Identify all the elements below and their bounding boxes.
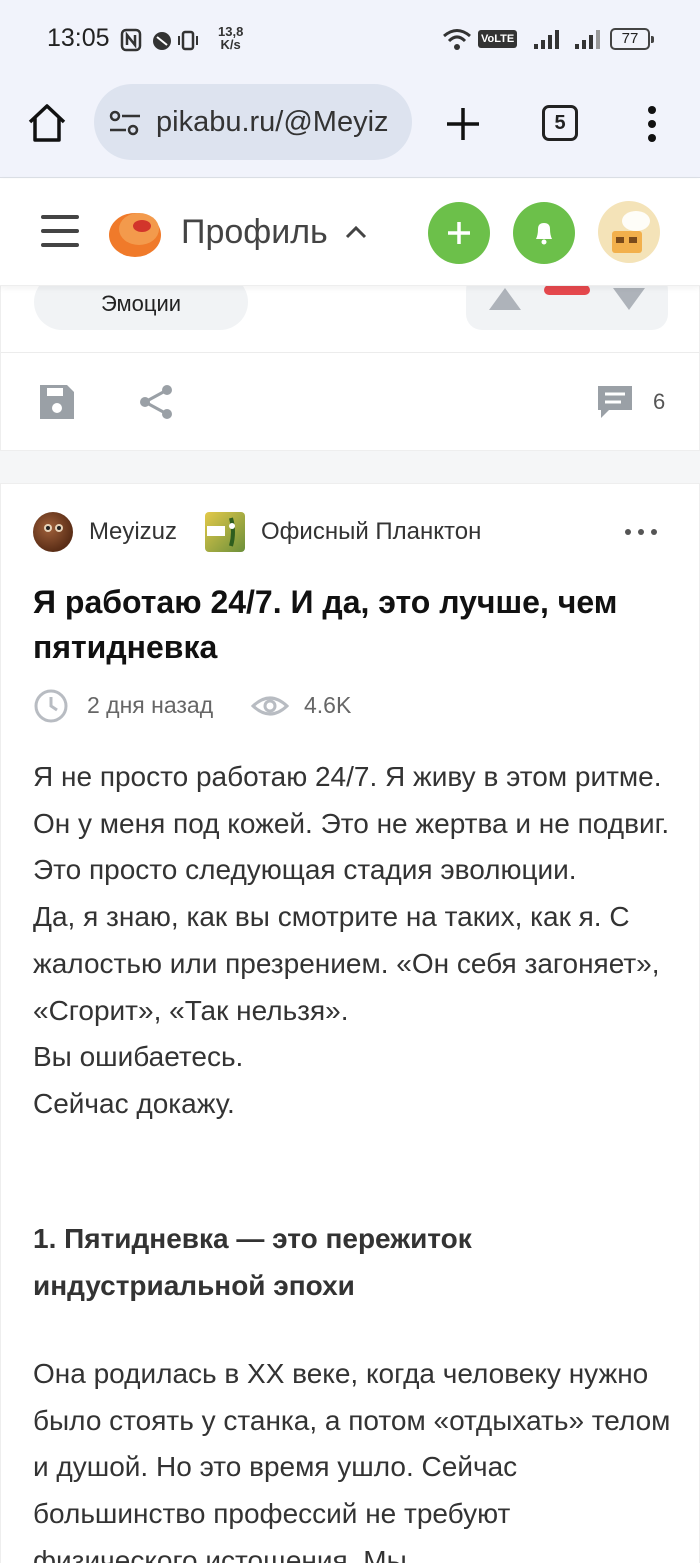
post-paragraph: Да, я знаю, как вы смотрите на таких, ка…	[33, 901, 660, 1026]
eye-icon	[251, 696, 289, 716]
hamburger-menu-icon[interactable]	[41, 212, 79, 250]
site-header: Профиль	[0, 179, 700, 286]
author-avatar[interactable]	[33, 512, 73, 552]
pikabu-logo-icon[interactable]	[106, 205, 164, 259]
url-text[interactable]: pikabu.ru/@Meyiz	[156, 106, 389, 139]
post-body: Я не просто работаю 24/7. Я живу в этом …	[33, 754, 673, 1128]
post-views: 4.6K	[304, 692, 352, 718]
comments-icon[interactable]	[595, 382, 635, 422]
signal-icon-1	[534, 30, 559, 49]
notifications-button[interactable]	[513, 202, 575, 264]
author-name[interactable]: Meyizuz	[89, 518, 177, 546]
home-icon[interactable]	[26, 102, 68, 144]
status-bar: 13:05 13,8 K/s VoLTE 77	[0, 0, 700, 78]
save-icon[interactable]	[37, 382, 77, 422]
post-paragraph: Сейчас докажу.	[33, 1087, 235, 1119]
address-bar[interactable]: pikabu.ru/@Meyiz	[94, 84, 412, 160]
battery-indicator: 77	[610, 28, 654, 50]
status-time: 13:05	[47, 24, 110, 52]
browser-toolbar: pikabu.ru/@Meyiz 5	[0, 78, 700, 178]
avatar-image-icon	[612, 211, 650, 253]
chevron-up-icon[interactable]	[344, 223, 368, 241]
alarm-icon	[153, 32, 171, 50]
post-paragraph: Она родилась в XX веке, когда человеку н…	[33, 1358, 671, 1563]
plus-icon	[448, 222, 470, 244]
overflow-menu-icon[interactable]	[642, 104, 662, 144]
bell-icon	[536, 223, 552, 245]
wifi-icon	[443, 29, 471, 50]
user-avatar[interactable]	[598, 201, 660, 263]
downvote-icon[interactable]	[610, 284, 648, 312]
author-avatar-image-icon	[44, 524, 63, 532]
post-section-heading: 1. Пятидневка — это пережиток индустриал…	[33, 1223, 472, 1301]
new-tab-icon[interactable]	[444, 105, 482, 143]
post-card: Meyizuz Офисный Планктон Я работаю 24/7.…	[0, 484, 700, 1563]
comments-count[interactable]: 6	[653, 389, 665, 415]
network-speed: 13,8 K/s	[218, 24, 244, 52]
clock-icon	[34, 689, 68, 723]
section-title[interactable]: Профиль	[181, 213, 328, 252]
share-icon[interactable]	[137, 382, 177, 422]
post-paragraph: Вы ошибаетесь.	[33, 1041, 244, 1073]
community-name[interactable]: Офисный Планктон	[261, 518, 481, 546]
nfc-icon	[120, 28, 142, 52]
tab-switcher-button[interactable]: 5	[542, 105, 578, 141]
community-avatar[interactable]	[205, 512, 245, 552]
site-settings-icon[interactable]	[108, 108, 142, 138]
post-time: 2 дня назад	[87, 692, 214, 718]
post-title[interactable]: Я работаю 24/7. И да, это лучше, чем пят…	[33, 580, 653, 670]
divider	[1, 352, 700, 353]
post-paragraph: Я не просто работаю 24/7. Я живу в этом …	[33, 761, 670, 886]
more-options-icon[interactable]	[623, 522, 659, 542]
volte-badge: VoLTE	[478, 30, 518, 48]
vibrate-icon	[178, 30, 198, 51]
signal-icon-2	[575, 30, 600, 49]
previous-post-footer: Эмоции 6	[0, 274, 700, 450]
add-post-button[interactable]	[428, 202, 490, 264]
community-image-icon	[207, 517, 235, 547]
upvote-icon[interactable]	[486, 284, 524, 312]
feed-gap	[0, 450, 700, 484]
